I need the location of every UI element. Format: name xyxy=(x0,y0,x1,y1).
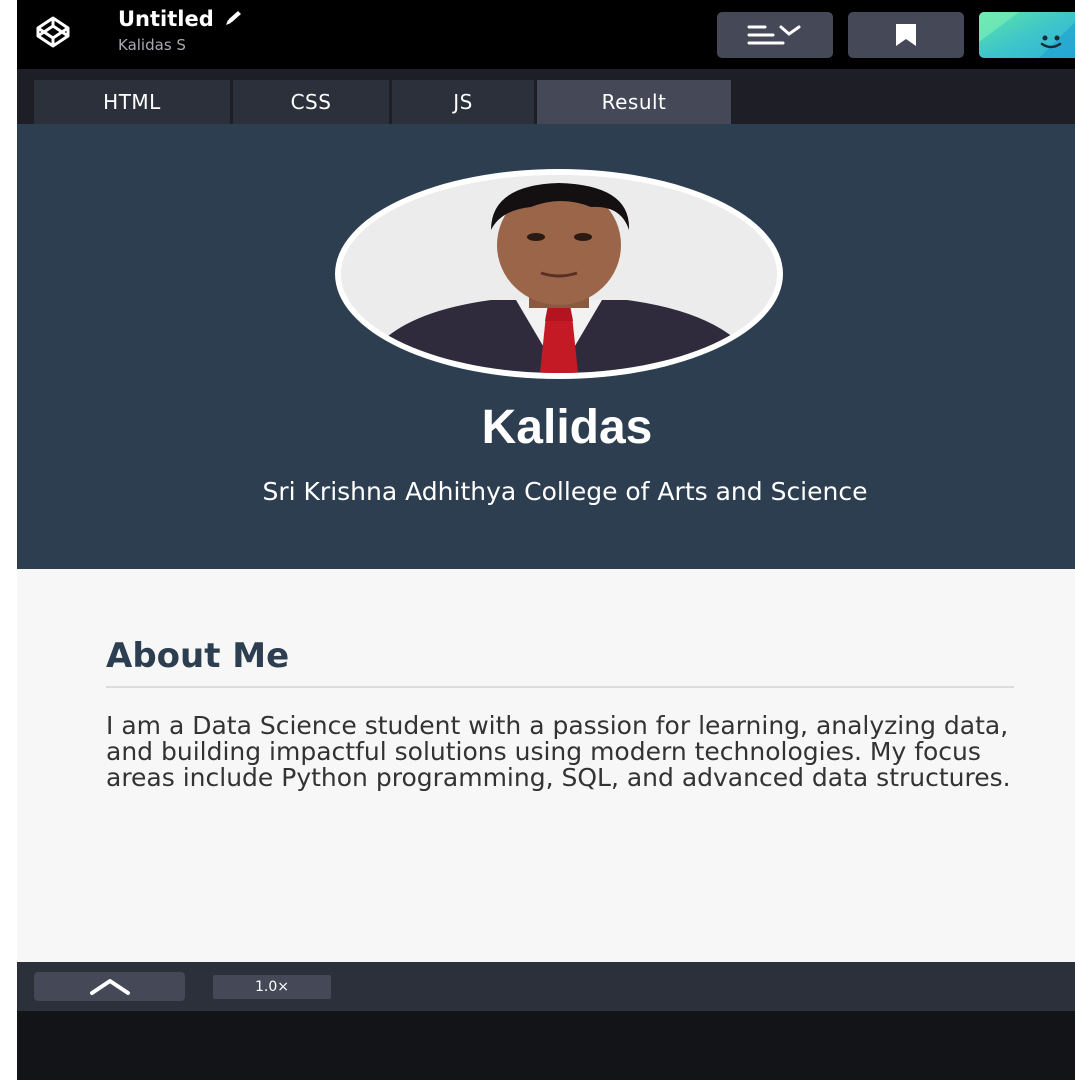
pencil-edit-icon[interactable] xyxy=(224,9,244,27)
about-heading: About Me xyxy=(106,634,1014,688)
profile-header: Kalidas Sri Krishna Adhithya College of … xyxy=(17,124,1075,569)
user-avatar[interactable] xyxy=(979,12,1075,58)
result-preview[interactable]: Kalidas Sri Krishna Adhithya College of … xyxy=(17,124,1075,962)
profile-name: Kalidas xyxy=(481,401,653,454)
bookmark-button[interactable] xyxy=(848,12,964,58)
codepen-editor: Untitled Kalidas S HTML CSS JS Result Ka… xyxy=(17,0,1075,1080)
about-text: I am a Data Science student with a passi… xyxy=(106,711,1011,792)
layout-menu-button[interactable] xyxy=(717,12,833,58)
editor-bottom-bar: 1.0× xyxy=(17,962,1075,1011)
chevron-up-icon xyxy=(89,978,130,995)
expand-up-button[interactable] xyxy=(34,972,185,1001)
profile-photo xyxy=(335,169,783,379)
editor-tabs: HTML CSS JS Result xyxy=(17,69,1075,124)
bookmark-icon xyxy=(896,24,916,46)
profile-photo-image xyxy=(341,175,777,373)
zoom-level-button[interactable]: 1.0× xyxy=(213,975,331,999)
editor-header: Untitled Kalidas S xyxy=(17,0,1075,69)
pen-author[interactable]: Kalidas S xyxy=(118,35,244,55)
pen-title-block: Untitled Kalidas S xyxy=(118,6,244,55)
pen-title[interactable]: Untitled xyxy=(118,6,214,32)
profile-college: Sri Krishna Adhithya College of Arts and… xyxy=(262,477,868,506)
tab-css[interactable]: CSS xyxy=(233,80,389,124)
list-chevron-icon xyxy=(747,25,801,45)
tab-js[interactable]: JS xyxy=(392,80,534,124)
codepen-logo-icon[interactable] xyxy=(35,14,71,50)
tab-result[interactable]: Result xyxy=(537,80,731,124)
tab-html[interactable]: HTML xyxy=(34,80,230,124)
smiley-avatar-icon xyxy=(979,12,1075,58)
about-section: About Me I am a Data Science student wit… xyxy=(106,634,1014,791)
